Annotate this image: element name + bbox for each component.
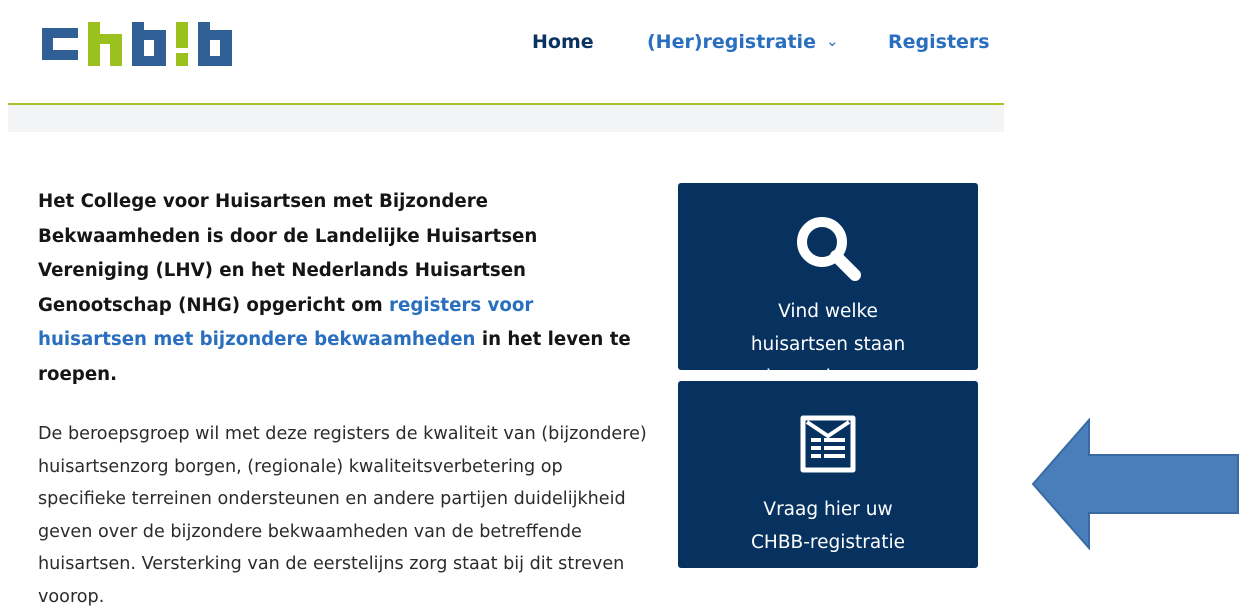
find-doctors-label: Vind welke huisartsen staan ingeschreven — [750, 301, 906, 388]
form-icon — [800, 415, 856, 473]
request-registration-card[interactable]: Vraag hier uw CHBB-registratie aan — [678, 381, 978, 586]
chevron-down-icon: ⌄ — [825, 32, 839, 50]
nav-registratie[interactable]: (Her)registratie ⌄ — [647, 31, 839, 53]
find-doctors-card[interactable]: Vind welke huisartsen staan ingeschreven — [678, 183, 978, 388]
nav-registers[interactable]: Registers — [888, 31, 990, 53]
chbb-logo[interactable] — [42, 22, 268, 66]
header-band — [8, 105, 1004, 132]
request-registration-label: Vraag hier uw CHBB-registratie aan — [751, 499, 905, 586]
nav-registratie-label: (Her)registratie — [647, 31, 816, 53]
left-arrow-icon — [1031, 418, 1239, 550]
search-icon — [797, 217, 861, 281]
nav-home[interactable]: Home — [532, 31, 594, 53]
body-paragraph: De beroepsgroep wil met deze registers d… — [38, 424, 647, 607]
intro-text: Het College voor Huisartsen met Bijzonde… — [38, 185, 638, 392]
